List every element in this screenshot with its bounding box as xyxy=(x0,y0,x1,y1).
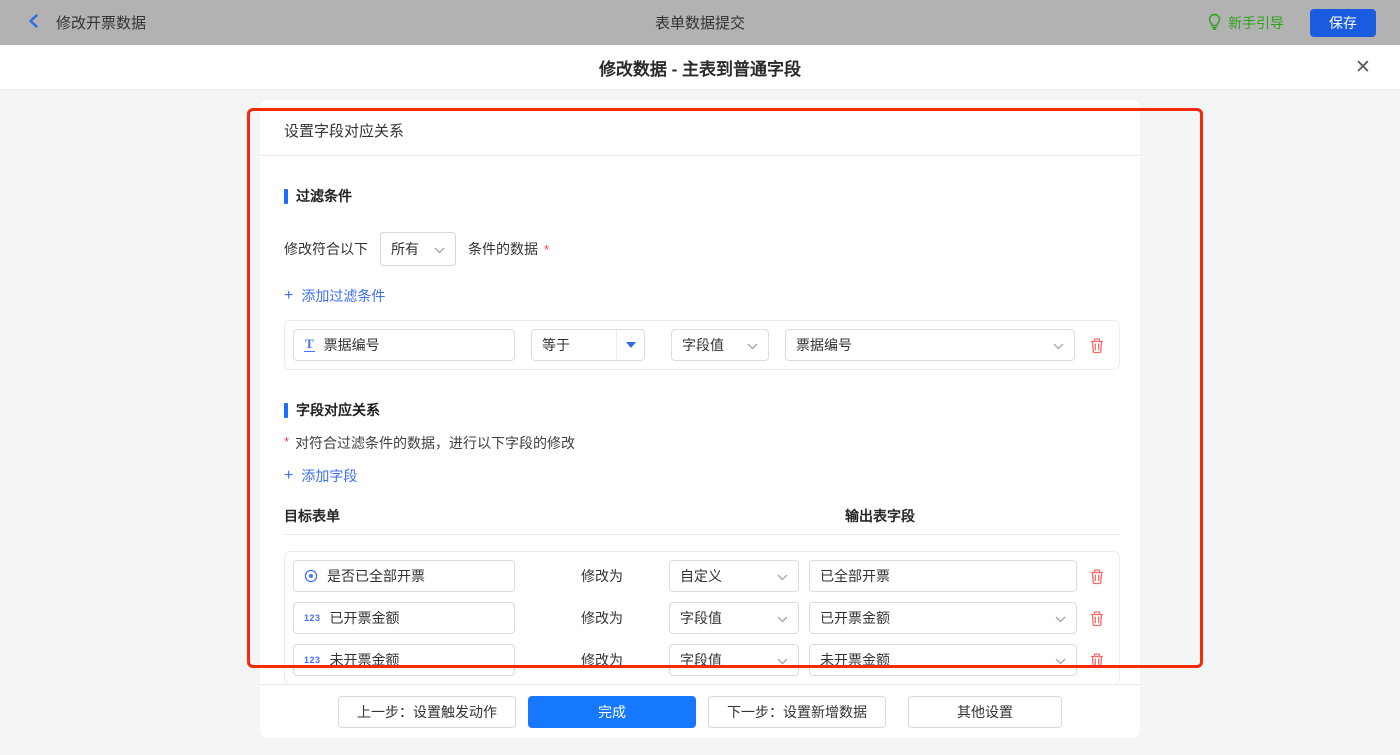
chevron-down-icon xyxy=(1053,337,1064,353)
trash-icon xyxy=(1089,610,1105,627)
delete-mapping-button[interactable] xyxy=(1089,652,1105,669)
match-mode-value: 所有 xyxy=(391,239,419,259)
close-icon[interactable]: ✕ xyxy=(1351,56,1375,80)
output-field-value: 未开票金额 xyxy=(820,650,890,670)
mapping-rows-container: 是否已全部开票 修改为 自定义 123 已开票金额 xyxy=(284,551,1120,685)
custom-value-input[interactable] xyxy=(809,560,1077,592)
add-field-link[interactable]: + 添加字段 xyxy=(284,466,357,486)
filter-section-label: 过滤条件 xyxy=(296,186,352,206)
target-field-value: 是否已全部开票 xyxy=(327,566,425,586)
chevron-down-icon xyxy=(1055,652,1066,668)
column-divider xyxy=(284,534,1120,535)
chevron-down-icon xyxy=(747,337,758,353)
output-field-value: 已开票金额 xyxy=(820,608,890,628)
value-type: 字段值 xyxy=(680,608,722,628)
required-mark: * xyxy=(284,434,289,449)
number-field-icon: 123 xyxy=(304,613,321,623)
settings-card: 设置字段对应关系 过滤条件 修改符合以下 所有 条件的数据 * + 添加过滤条件 xyxy=(260,100,1140,738)
match-mode-select[interactable]: 所有 xyxy=(380,232,456,266)
topbar: 修改开票数据 表单数据提交 新手引导 保存 xyxy=(0,0,1400,45)
chevron-down-icon xyxy=(434,241,445,257)
guide-label: 新手引导 xyxy=(1228,13,1284,33)
text-field-icon: T xyxy=(304,338,315,352)
value-type-select[interactable]: 自定义 xyxy=(669,560,799,592)
trash-icon xyxy=(1089,337,1105,354)
filter-section-title: 过滤条件 xyxy=(284,186,1120,206)
mapping-description: 对符合过滤条件的数据，进行以下字段的修改 xyxy=(295,433,575,453)
modal-footer: 上一步：设置触发动作 完成 下一步：设置新增数据 其他设置 xyxy=(260,684,1140,738)
delete-mapping-button[interactable] xyxy=(1089,568,1105,585)
add-filter-condition-link[interactable]: + 添加过滤条件 xyxy=(284,286,385,306)
filter-value-type: 字段值 xyxy=(682,335,724,355)
filter-row: T 票据编号 等于 字段值 票据编号 xyxy=(293,329,1111,361)
mapping-column-headers: 目标表单 输出表字段 xyxy=(284,506,1120,524)
modal-title: 修改数据 - 主表到普通字段 xyxy=(599,55,801,80)
required-mark: * xyxy=(544,242,549,257)
topbar-center-title: 表单数据提交 xyxy=(0,12,1400,33)
next-step-button[interactable]: 下一步：设置新增数据 xyxy=(708,696,886,728)
mapping-section-label: 字段对应关系 xyxy=(296,400,380,420)
column-header-output-field: 输出表字段 xyxy=(845,506,915,526)
operator-value: 等于 xyxy=(532,335,616,355)
other-settings-button[interactable]: 其他设置 xyxy=(908,696,1062,728)
trash-icon xyxy=(1089,568,1105,585)
modal-header: 修改数据 - 主表到普通字段 ✕ xyxy=(0,45,1400,90)
add-filter-condition-label: 添加过滤条件 xyxy=(301,286,385,306)
mapping-section-title: 字段对应关系 xyxy=(284,400,1120,420)
target-field-select[interactable]: 是否已全部开票 xyxy=(293,560,515,592)
chevron-down-icon xyxy=(777,568,788,584)
modify-to-label: 修改为 xyxy=(581,608,637,628)
filter-field-select[interactable]: T 票据编号 xyxy=(293,329,515,361)
mapping-description-row: * 对符合过滤条件的数据，进行以下字段的修改 xyxy=(284,433,1120,453)
filter-field-value: 票据编号 xyxy=(324,335,380,355)
target-field-select[interactable]: 123 未开票金额 xyxy=(293,644,515,676)
filter-compare-field-value: 票据编号 xyxy=(796,335,852,355)
value-type-select[interactable]: 字段值 xyxy=(669,602,799,634)
card-header-title: 设置字段对应关系 xyxy=(260,100,1140,156)
match-prefix: 修改符合以下 xyxy=(284,239,368,259)
filter-rows-container: T 票据编号 等于 字段值 票据编号 xyxy=(284,320,1120,370)
guide-link[interactable]: 新手引导 xyxy=(1207,13,1284,33)
section-bar-icon xyxy=(284,403,288,418)
delete-mapping-button[interactable] xyxy=(1089,610,1105,627)
operator-caret-segment[interactable] xyxy=(616,330,644,360)
value-type: 字段值 xyxy=(680,650,722,670)
match-suffix: 条件的数据 xyxy=(468,239,538,259)
modify-to-label: 修改为 xyxy=(581,650,637,670)
section-bar-icon xyxy=(284,189,288,204)
value-type-select[interactable]: 字段值 xyxy=(669,644,799,676)
card-body: 过滤条件 修改符合以下 所有 条件的数据 * + 添加过滤条件 T 票据编号 xyxy=(260,186,1140,685)
target-field-value: 已开票金额 xyxy=(330,608,400,628)
topbar-right: 新手引导 保存 xyxy=(1207,0,1376,45)
value-type: 自定义 xyxy=(680,566,722,586)
target-field-select[interactable]: 123 已开票金额 xyxy=(293,602,515,634)
column-header-target-form: 目标表单 xyxy=(284,508,340,524)
match-condition-row: 修改符合以下 所有 条件的数据 * xyxy=(284,232,1120,266)
number-field-icon: 123 xyxy=(304,655,321,665)
save-button[interactable]: 保存 xyxy=(1310,9,1376,37)
modify-to-label: 修改为 xyxy=(581,566,637,586)
filter-value-type-select[interactable]: 字段值 xyxy=(671,329,769,361)
caret-down-icon xyxy=(626,342,636,348)
chevron-down-icon xyxy=(777,610,788,626)
plus-icon: + xyxy=(284,289,293,303)
mapping-row: 是否已全部开票 修改为 自定义 xyxy=(293,560,1111,592)
mapping-row: 123 已开票金额 修改为 字段值 已开票金额 xyxy=(293,602,1111,634)
mapping-row: 123 未开票金额 修改为 字段值 未开票金额 xyxy=(293,644,1111,676)
trash-icon xyxy=(1089,652,1105,669)
operator-select[interactable]: 等于 xyxy=(531,329,645,361)
chevron-down-icon xyxy=(1055,610,1066,626)
filter-compare-field-select[interactable]: 票据编号 xyxy=(785,329,1075,361)
target-field-value: 未开票金额 xyxy=(330,650,400,670)
prev-step-button[interactable]: 上一步：设置触发动作 xyxy=(338,696,516,728)
delete-filter-button[interactable] xyxy=(1089,337,1105,354)
radio-field-icon xyxy=(304,569,318,583)
chevron-down-icon xyxy=(777,652,788,668)
add-field-label: 添加字段 xyxy=(301,466,357,486)
lightbulb-icon xyxy=(1207,13,1222,33)
output-field-select[interactable]: 未开票金额 xyxy=(809,644,1077,676)
output-field-select[interactable]: 已开票金额 xyxy=(809,602,1077,634)
plus-icon: + xyxy=(284,469,293,483)
done-button[interactable]: 完成 xyxy=(528,696,696,728)
